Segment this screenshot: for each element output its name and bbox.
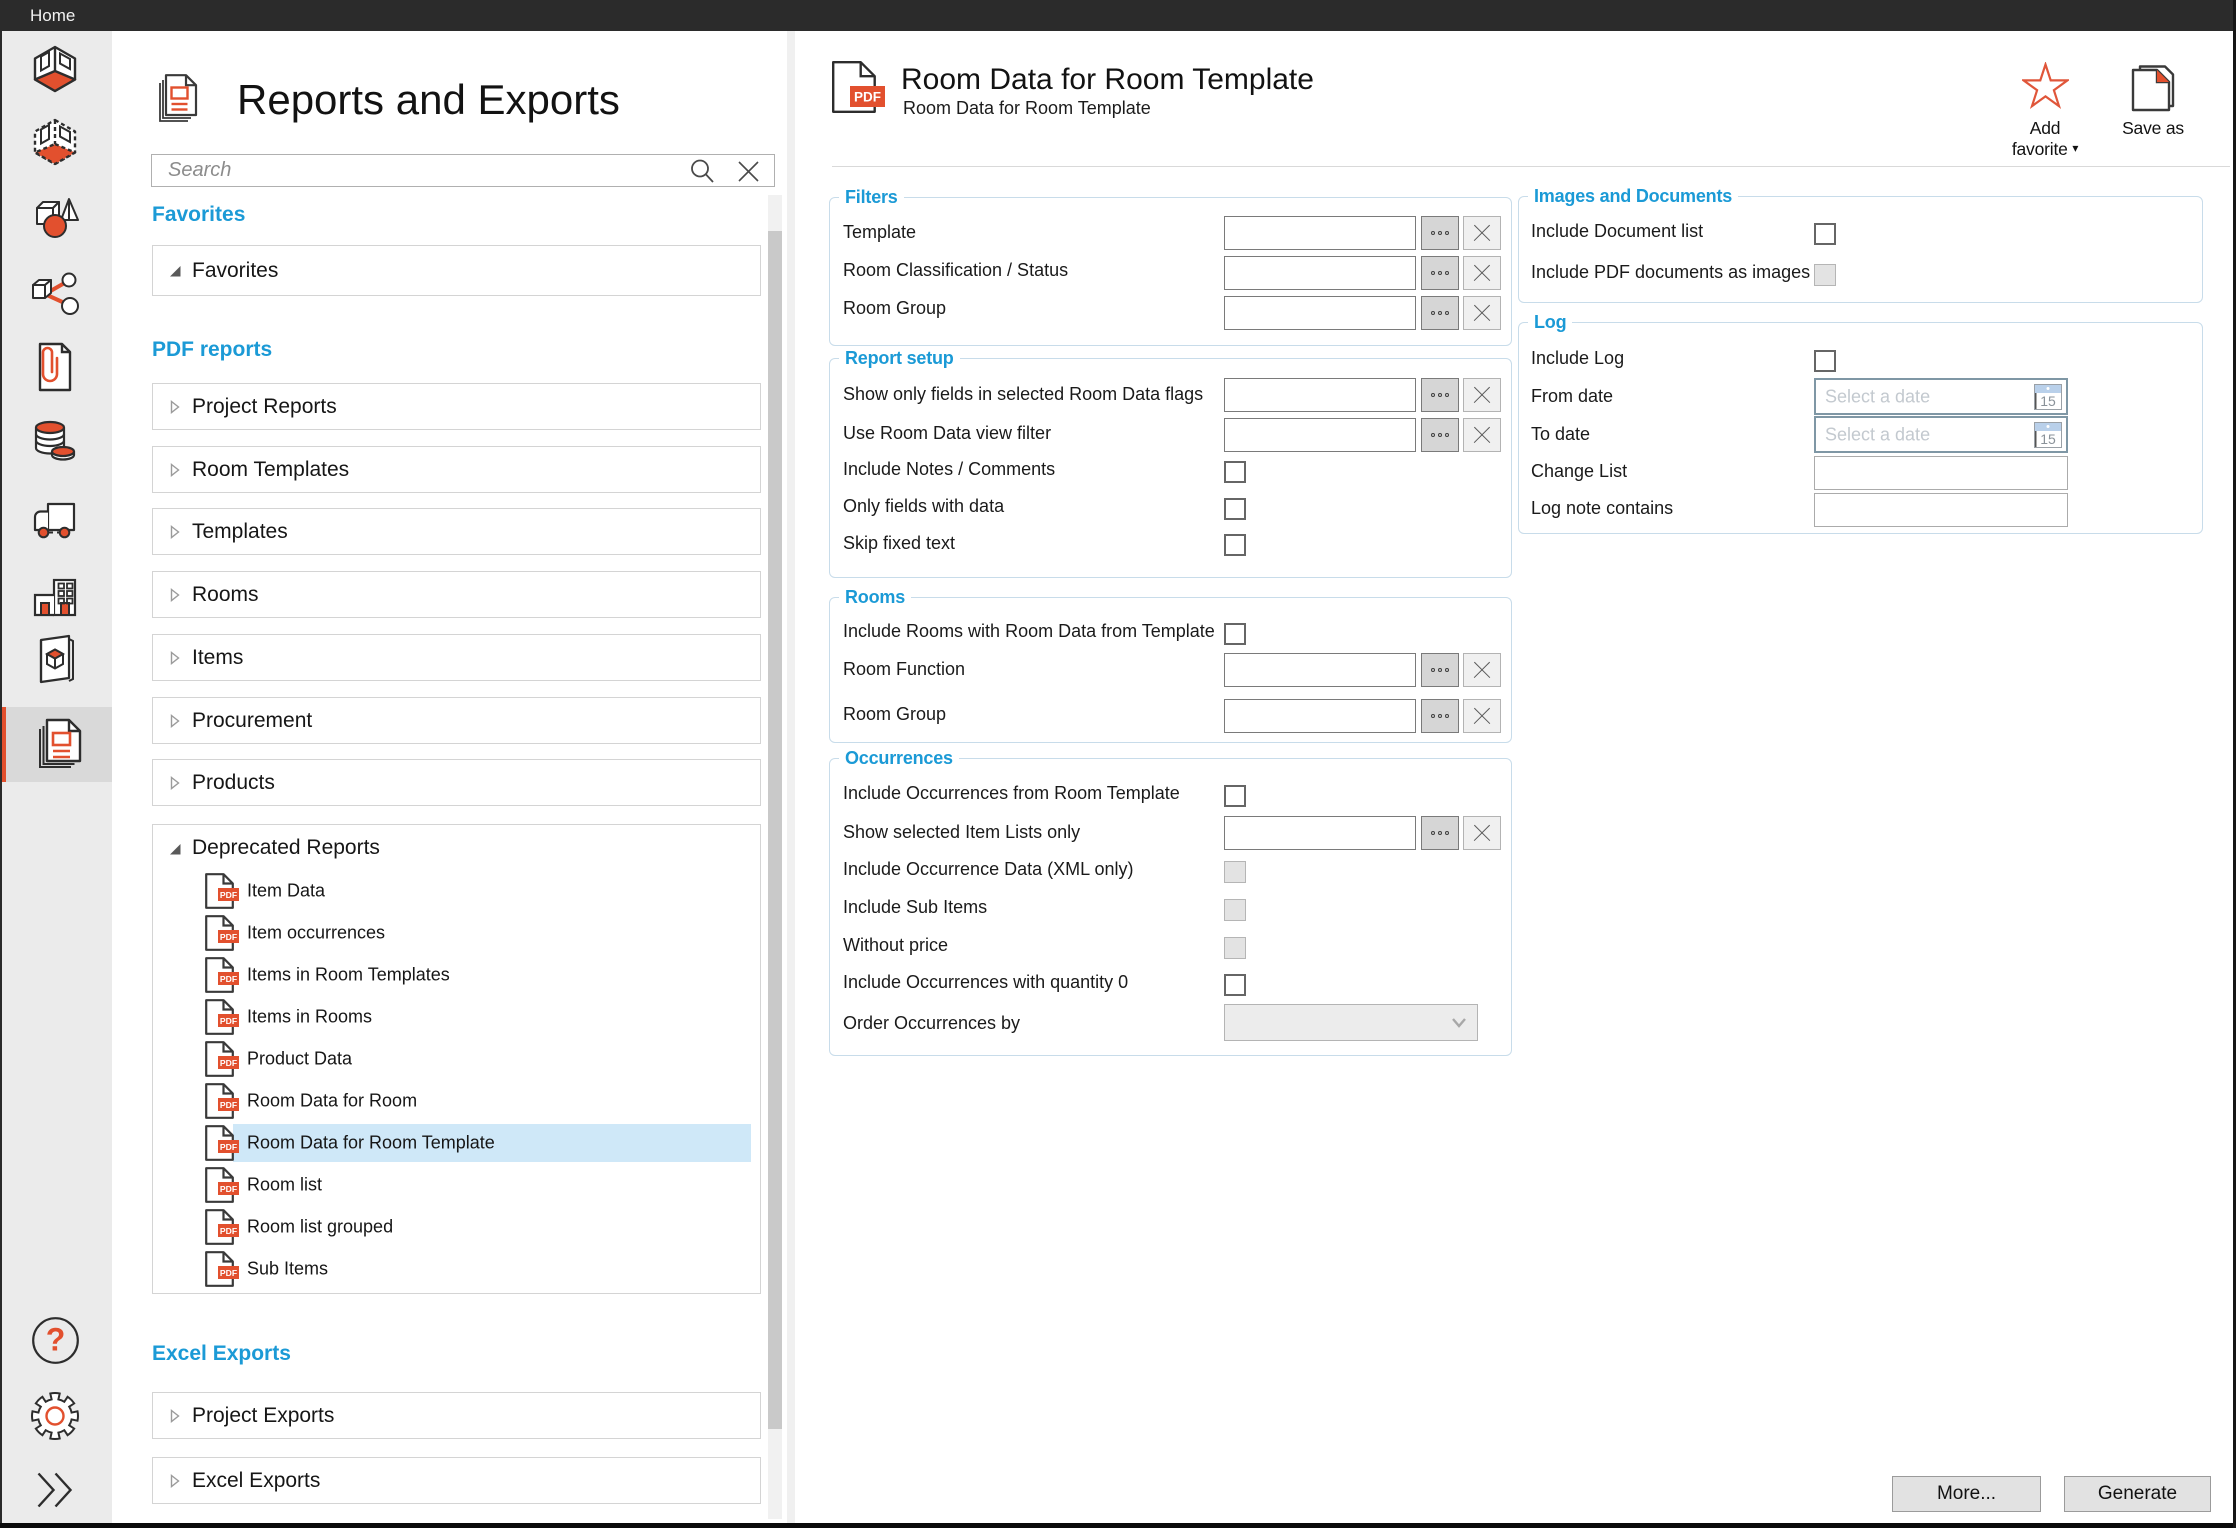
svg-text:PDF: PDF	[220, 1184, 237, 1194]
svg-text:PDF: PDF	[220, 1226, 237, 1236]
svg-text:PDF: PDF	[220, 1016, 237, 1026]
svg-text:PDF: PDF	[220, 1100, 237, 1110]
svg-text:PDF: PDF	[220, 932, 237, 942]
svg-text:PDF: PDF	[220, 1058, 237, 1068]
svg-text:PDF: PDF	[854, 90, 881, 105]
svg-text:PDF: PDF	[220, 890, 237, 900]
svg-text:?: ?	[46, 1322, 66, 1358]
svg-text:PDF: PDF	[220, 1142, 237, 1152]
svg-text:PDF: PDF	[220, 974, 237, 984]
svg-text:PDF: PDF	[220, 1268, 237, 1278]
